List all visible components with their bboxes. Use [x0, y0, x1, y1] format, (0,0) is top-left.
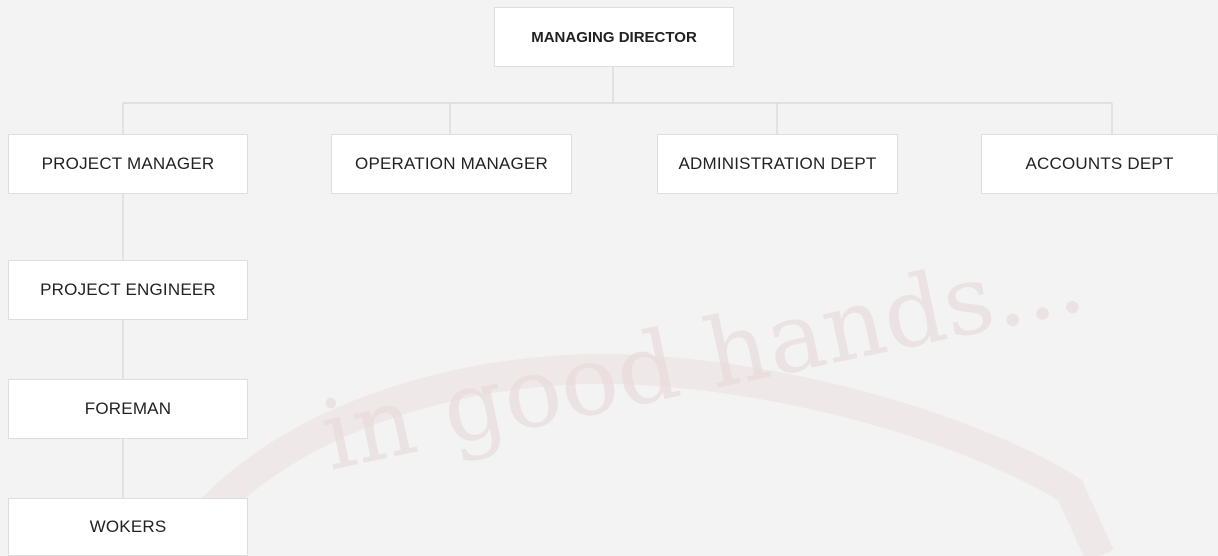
- node-label: PROJECT MANAGER: [41, 154, 215, 173]
- node-operation-manager: OPERATION MANAGER: [331, 134, 572, 194]
- node-wokers: WOKERS: [8, 498, 248, 556]
- node-foreman: FOREMAN: [8, 379, 248, 439]
- node-label: ADMINISTRATION DEPT: [678, 154, 877, 173]
- node-label: MANAGING DIRECTOR: [531, 28, 697, 46]
- node-project-engineer: PROJECT ENGINEER: [8, 260, 248, 320]
- node-administration-dept: ADMINISTRATION DEPT: [657, 134, 898, 194]
- node-project-manager: PROJECT MANAGER: [8, 134, 248, 194]
- node-label: ACCOUNTS DEPT: [1025, 154, 1174, 173]
- node-accounts-dept: ACCOUNTS DEPT: [981, 134, 1218, 194]
- node-managing-director: MANAGING DIRECTOR: [494, 7, 734, 67]
- node-label: WOKERS: [89, 517, 167, 536]
- node-label: PROJECT ENGINEER: [40, 280, 216, 299]
- node-label: FOREMAN: [84, 399, 172, 418]
- node-label: OPERATION MANAGER: [355, 154, 548, 173]
